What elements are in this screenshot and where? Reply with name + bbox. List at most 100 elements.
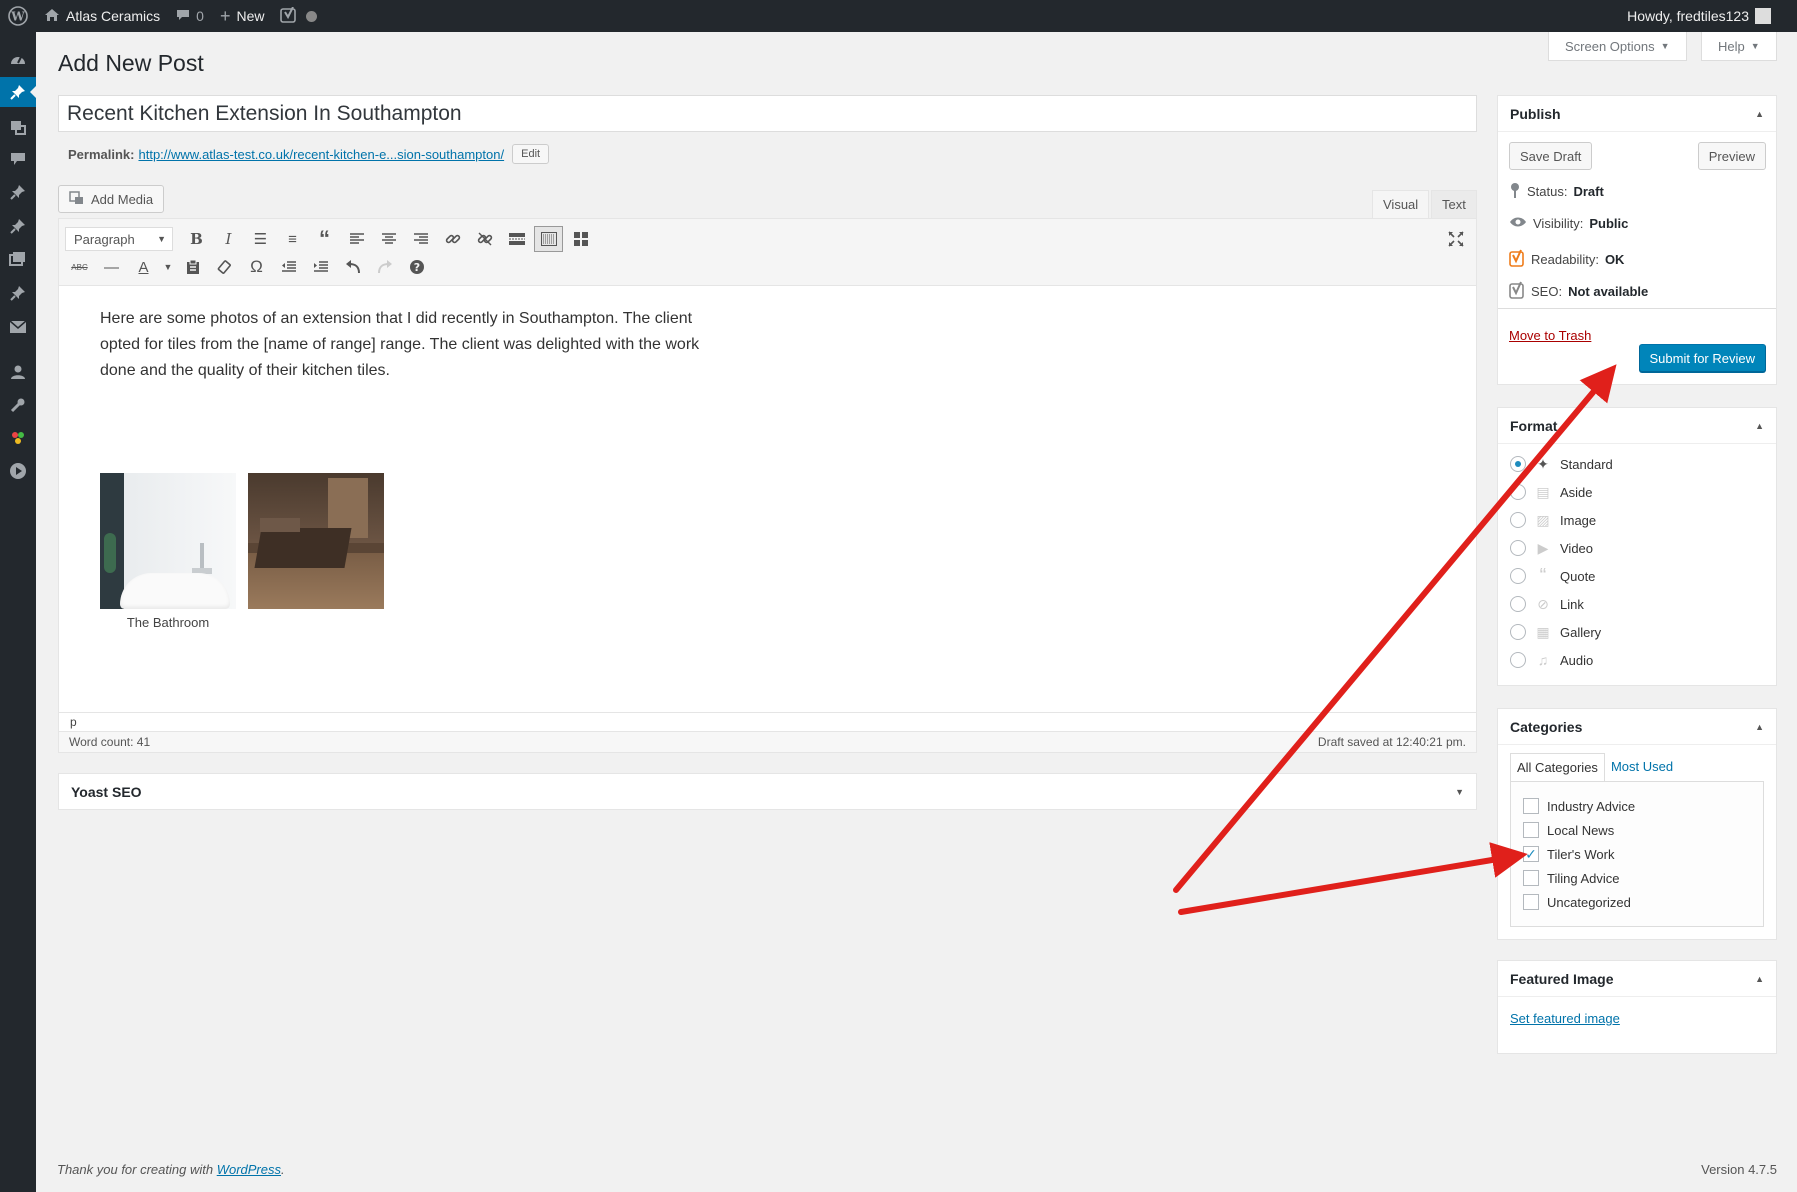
bedroom-photo[interactable] (248, 473, 384, 609)
wordpress-link[interactable]: WordPress (217, 1162, 281, 1177)
paragraph-format-select[interactable]: Paragraph ▼ (65, 227, 173, 251)
dashboard-icon[interactable] (0, 45, 36, 75)
site-name-link[interactable]: Atlas Ceramics (36, 0, 168, 32)
grid-icon[interactable] (566, 226, 595, 252)
radio[interactable] (1510, 596, 1526, 612)
category-item[interactable]: Uncategorized (1523, 894, 1631, 910)
set-featured-image-link[interactable]: Set featured image (1510, 1011, 1620, 1026)
gallery-icon[interactable] (0, 244, 36, 274)
format-option-image[interactable]: ▨ Image (1510, 512, 1596, 528)
checkbox[interactable] (1523, 894, 1539, 910)
italic-icon[interactable]: I (214, 226, 243, 252)
pin-icon[interactable] (0, 278, 36, 308)
tools-wrench-icon[interactable] (0, 390, 36, 420)
align-center-icon[interactable] (374, 226, 403, 252)
special-character-icon[interactable]: Ω (242, 254, 271, 280)
text-color-icon[interactable]: A (129, 254, 158, 280)
move-to-trash-link[interactable]: Move to Trash (1509, 328, 1591, 343)
radio-selected[interactable] (1510, 456, 1526, 472)
clear-formatting-icon[interactable] (210, 254, 239, 280)
checkbox[interactable] (1523, 822, 1539, 838)
paste-as-text-icon[interactable] (178, 254, 207, 280)
category-item[interactable]: Industry Advice (1523, 798, 1635, 814)
yoast-seo-metabox[interactable]: Yoast SEO ▼ (58, 773, 1477, 810)
post-title-input[interactable]: Recent Kitchen Extension In Southampton (58, 95, 1477, 132)
help-icon[interactable]: ? (402, 254, 431, 280)
category-item[interactable]: Local News (1523, 822, 1614, 838)
edit-permalink-button[interactable]: Edit (512, 144, 550, 164)
collapse-arrow-icon[interactable]: ▲ (1755, 722, 1764, 732)
align-right-icon[interactable] (406, 226, 435, 252)
checkbox[interactable] (1523, 798, 1539, 814)
redo-icon[interactable] (370, 254, 399, 280)
save-draft-button[interactable]: Save Draft (1509, 142, 1593, 170)
bathroom-photo[interactable] (100, 473, 236, 609)
format-option-video[interactable]: ▶ Video (1510, 540, 1593, 556)
gallery-item[interactable]: The Bathroom (100, 473, 236, 630)
preview-button[interactable]: Preview (1697, 142, 1766, 170)
radio[interactable] (1510, 568, 1526, 584)
align-left-icon[interactable] (342, 226, 371, 252)
radio[interactable] (1510, 540, 1526, 556)
tab-all-categories[interactable]: All Categories (1510, 753, 1605, 782)
format-option-link[interactable]: ⊘ Link (1510, 596, 1584, 612)
categories-box-header[interactable]: Categories ▲ (1498, 709, 1776, 745)
remove-link-icon[interactable] (470, 226, 499, 252)
mail-icon[interactable] (0, 312, 36, 342)
pin-icon[interactable] (0, 177, 36, 207)
permalink-url-link[interactable]: http://www.atlas-test.co.uk/recent-kitch… (138, 147, 504, 162)
indent-icon[interactable] (306, 254, 335, 280)
pin-icon[interactable] (0, 211, 36, 241)
add-media-button[interactable]: Add Media (58, 185, 165, 213)
collapse-arrow-icon[interactable]: ▲ (1755, 109, 1764, 119)
publish-box-header[interactable]: Publish ▲ (1498, 96, 1776, 132)
yoast-seo-menu[interactable] (272, 0, 325, 32)
media-icon[interactable] (0, 112, 36, 142)
checkbox[interactable] (1523, 870, 1539, 886)
radio[interactable] (1510, 652, 1526, 668)
format-box-header[interactable]: Format ▲ (1498, 408, 1776, 444)
fullscreen-icon[interactable] (1441, 226, 1470, 252)
insert-link-icon[interactable] (438, 226, 467, 252)
featured-image-header[interactable]: Featured Image ▲ (1498, 961, 1776, 997)
category-item[interactable]: Tiling Advice (1523, 870, 1620, 886)
comments-icon[interactable] (0, 144, 36, 174)
format-option-quote[interactable]: “ Quote (1510, 565, 1595, 587)
caret-down-icon[interactable]: ▼ (1455, 787, 1464, 797)
category-item[interactable]: ✓ Tiler's Work (1523, 846, 1614, 862)
horizontal-line-icon[interactable]: — (97, 254, 126, 280)
radio[interactable] (1510, 512, 1526, 528)
toolbar-toggle-icon[interactable] (534, 226, 563, 252)
play-icon[interactable] (0, 456, 36, 486)
format-option-aside[interactable]: ▤ Aside (1510, 484, 1593, 500)
checkbox-checked[interactable]: ✓ (1523, 846, 1539, 862)
collapse-arrow-icon[interactable]: ▲ (1755, 421, 1764, 431)
format-option-audio[interactable]: ♫ Audio (1510, 652, 1593, 668)
strikethrough-icon[interactable]: ABC (65, 254, 94, 280)
bold-icon[interactable]: B (182, 226, 211, 252)
gallery-item[interactable] (248, 473, 384, 630)
outdent-icon[interactable] (274, 254, 303, 280)
submit-for-review-button[interactable]: Submit for Review (1638, 344, 1766, 372)
new-content-link[interactable]: + New (212, 0, 273, 32)
my-account-menu[interactable]: Howdy, fredtiles123 (1627, 0, 1771, 32)
wordpress-logo-icon[interactable]: W (0, 0, 36, 32)
comments-link[interactable]: 0 (168, 0, 212, 32)
post-content[interactable]: Here are some photos of an extension tha… (100, 306, 700, 384)
radio[interactable] (1510, 484, 1526, 500)
users-icon[interactable] (0, 357, 36, 387)
undo-icon[interactable] (338, 254, 367, 280)
screen-options-button[interactable]: Screen Options ▼ (1548, 32, 1687, 61)
bulleted-list-icon[interactable]: ☰ (246, 226, 275, 252)
posts-pin-icon[interactable] (0, 77, 36, 107)
tab-most-used[interactable]: Most Used (1605, 753, 1679, 782)
insert-more-tag-icon[interactable] (502, 226, 531, 252)
plugin-color-icon[interactable] (0, 423, 36, 453)
caret-down-icon[interactable]: ▼ (161, 254, 175, 280)
numbered-list-icon[interactable]: ≡ (278, 226, 307, 252)
help-button[interactable]: Help ▼ (1701, 32, 1777, 61)
format-option-gallery[interactable]: ▦ Gallery (1510, 624, 1601, 640)
blockquote-icon[interactable]: “ (310, 226, 339, 252)
tab-text[interactable]: Text (1431, 190, 1477, 218)
radio[interactable] (1510, 624, 1526, 640)
